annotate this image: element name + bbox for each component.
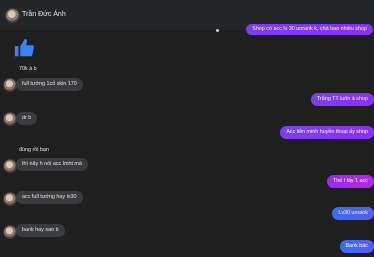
message-incoming[interactable]: full tướng 1cỏ skin 170 [16, 78, 83, 91]
message-incoming[interactable]: đúng rồi bạn [19, 147, 49, 153]
seen-indicator [216, 29, 219, 32]
like-reaction-icon [14, 38, 34, 57]
message-outgoing[interactable]: Trắng TT luôn á shop [310, 93, 374, 106]
message-incoming[interactable]: dr b [16, 112, 38, 125]
message-outgoing[interactable]: Lv30 unrank [332, 207, 374, 220]
message-outgoing[interactable]: Thế t lấy 1 acc [326, 175, 374, 188]
contact-avatar [4, 193, 16, 205]
message-incoming[interactable]: acc full tướng hay lv30 [16, 191, 83, 204]
message-incoming[interactable]: 70k à b [19, 66, 37, 72]
message-outgoing[interactable]: Acc liên minh huyền thoại ấy shop [280, 126, 374, 139]
contact-name[interactable]: Trần Đức Ánh [22, 11, 66, 18]
message-incoming[interactable]: bank hay sao b [16, 224, 65, 237]
contact-avatar [4, 226, 16, 238]
message-outgoing[interactable]: Bank bác [339, 240, 374, 253]
contact-avatar [4, 113, 16, 125]
message-outgoing[interactable]: Shop có acc lv 30 unrank k, chả bao nhiê… [246, 24, 373, 36]
contact-avatar [4, 79, 16, 91]
message-incoming[interactable]: thì nãy h nói acc lmht mà [16, 158, 88, 171]
contact-avatar [4, 160, 16, 172]
contact-avatar[interactable] [6, 9, 19, 22]
